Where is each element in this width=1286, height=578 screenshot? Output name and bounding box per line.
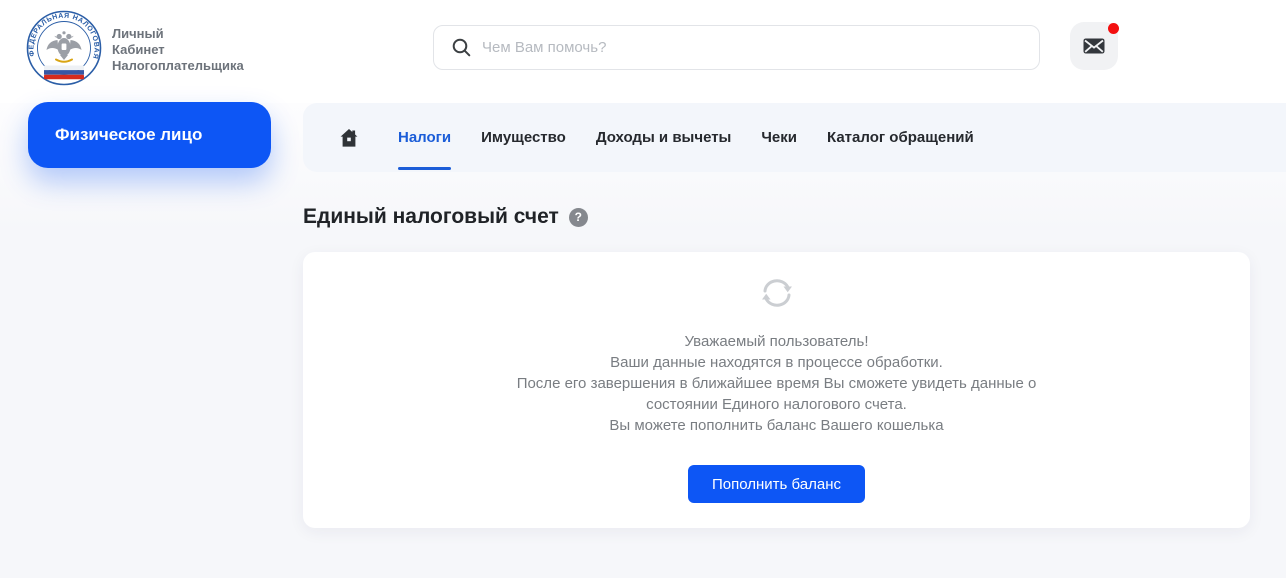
page-title: Единый налоговый счет xyxy=(303,205,559,229)
tab-imushchestvo[interactable]: Имущество xyxy=(481,103,566,172)
main-navbar: Налоги Имущество Доходы и вычеты Чеки Ка… xyxy=(303,103,1286,172)
help-icon[interactable]: ? xyxy=(569,208,588,227)
notification-dot xyxy=(1108,23,1119,34)
ens-status-card: Уважаемый пользователь! Ваши данные нахо… xyxy=(303,252,1250,528)
message-line: После его завершения в ближайшее время В… xyxy=(517,373,1037,394)
message-line: Вы можете пополнить баланс Вашего кошель… xyxy=(517,415,1037,436)
top-up-balance-button[interactable]: Пополнить баланс xyxy=(688,465,865,503)
app-title-line: Личный xyxy=(112,26,244,42)
nav-tabs: Налоги Имущество Доходы и вычеты Чеки Ка… xyxy=(398,103,974,172)
home-icon xyxy=(337,126,361,150)
app-title-line: Кабинет xyxy=(112,42,244,58)
personal-account-page: ФЕДЕРАЛЬНАЯ НАЛОГОВАЯ СЛУЖБА xyxy=(0,0,1286,578)
tab-cheki[interactable]: Чеки xyxy=(761,103,797,172)
tab-katalog-obrashcheniy[interactable]: Каталог обращений xyxy=(827,103,974,172)
russian-flag xyxy=(44,66,84,80)
message-line: Ваши данные находятся в процессе обработ… xyxy=(517,352,1037,373)
home-button[interactable] xyxy=(337,126,361,150)
search-box[interactable] xyxy=(433,25,1040,70)
search-input[interactable] xyxy=(472,39,1039,56)
mail-icon xyxy=(1082,34,1106,58)
search-icon xyxy=(451,37,472,58)
app-title: Личный Кабинет Налогоплательщика xyxy=(112,26,244,74)
processing-message: Уважаемый пользователь! Ваши данные нахо… xyxy=(517,331,1037,436)
profile-type-button[interactable]: Физическое лицо xyxy=(28,102,271,168)
sync-icon xyxy=(757,276,797,310)
tab-nalogi[interactable]: Налоги xyxy=(398,103,451,172)
messages-button[interactable] xyxy=(1070,22,1118,70)
fns-logo: ФЕДЕРАЛЬНАЯ НАЛОГОВАЯ СЛУЖБА xyxy=(26,10,102,86)
profile-type-label: Физическое лицо xyxy=(55,125,202,145)
page-title-row: Единый налоговый счет ? xyxy=(303,205,588,229)
message-line: состоянии Единого налогового счета. xyxy=(517,394,1037,415)
app-title-line: Налогоплательщика xyxy=(112,58,244,74)
message-line: Уважаемый пользователь! xyxy=(517,331,1037,352)
header: ФЕДЕРАЛЬНАЯ НАЛОГОВАЯ СЛУЖБА xyxy=(0,0,1286,103)
tab-dokhody-i-vychety[interactable]: Доходы и вычеты xyxy=(596,103,732,172)
